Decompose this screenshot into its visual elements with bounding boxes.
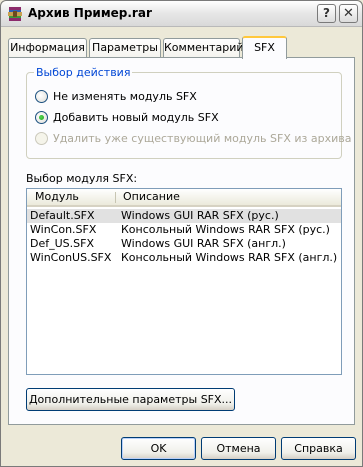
module-list-caption: Выбор модуля SFX: — [26, 172, 138, 185]
column-header-module[interactable]: Модуль — [35, 189, 79, 205]
radio-add-module[interactable]: Добавить новый модуль SFX — [35, 109, 219, 125]
list-header: Модуль Описание — [27, 189, 341, 207]
radio-remove-module: Удалить уже существующий модуль SFX из а… — [35, 130, 351, 146]
tab-parameters[interactable]: Параметры — [89, 38, 161, 58]
cell-module: WinConUS.SFX — [30, 251, 112, 264]
help-title-button[interactable]: ? — [317, 4, 336, 23]
action-groupbox: Выбор действия Не изменять модуль SFX До… — [26, 66, 351, 159]
cell-description: Windows GUI RAR SFX (англ.) — [121, 237, 286, 250]
tab-sfx[interactable]: SFX — [242, 36, 287, 59]
ok-button[interactable]: OK — [121, 437, 196, 460]
radio-keep-module[interactable]: Не изменять модуль SFX — [35, 88, 197, 104]
radio-label: Не изменять модуль SFX — [53, 89, 197, 103]
cell-module: Def_US.SFX — [30, 237, 94, 250]
sfx-module-list[interactable]: Модуль Описание Default.SFX Windows GUI … — [26, 188, 342, 375]
list-row[interactable]: Def_US.SFX Windows GUI RAR SFX (англ.) — [27, 237, 341, 251]
window-title: Архив Пример.rar — [28, 6, 152, 20]
sfx-tab-panel: Выбор действия Не изменять модуль SFX До… — [8, 57, 355, 425]
winrar-archive-icon — [8, 7, 22, 21]
advanced-sfx-options-button[interactable]: Дополнительные параметры SFX... — [26, 388, 235, 411]
title-bar[interactable]: Архив Пример.rar ? ✕ — [1, 1, 362, 27]
radio-label: Удалить уже существующий модуль SFX из а… — [53, 131, 352, 145]
cell-module: WinCon.SFX — [30, 223, 97, 236]
cell-module: Default.SFX — [30, 209, 95, 222]
help-button[interactable]: Справка — [281, 437, 356, 460]
list-row[interactable]: Default.SFX Windows GUI RAR SFX (рус.) — [27, 209, 341, 223]
dialog-window: Архив Пример.rar ? ✕ Информация Параметр… — [0, 0, 363, 467]
tab-comment[interactable]: Комментарий — [163, 38, 244, 58]
action-group-title: Выбор действия — [34, 66, 133, 79]
cell-description: Консольный Windows RAR SFX (рус.) — [121, 223, 330, 236]
radio-label: Добавить новый модуль SFX — [53, 110, 219, 124]
cell-description: Консольный Windows RAR SFX (англ.) — [121, 251, 338, 264]
list-row[interactable]: WinConUS.SFX Консольный Windows RAR SFX … — [27, 251, 341, 265]
column-header-description[interactable]: Описание — [123, 189, 180, 205]
cell-description: Windows GUI RAR SFX (рус.) — [121, 209, 279, 222]
radio-circle[interactable] — [35, 89, 48, 103]
tab-info[interactable]: Информация — [8, 38, 87, 58]
cancel-button[interactable]: Отмена — [201, 437, 276, 460]
column-separator[interactable] — [115, 192, 116, 203]
radio-circle-disabled — [35, 131, 48, 145]
radio-circle-checked[interactable] — [35, 110, 48, 124]
list-row[interactable]: WinCon.SFX Консольный Windows RAR SFX (р… — [27, 223, 341, 237]
close-button[interactable]: ✕ — [339, 4, 358, 23]
